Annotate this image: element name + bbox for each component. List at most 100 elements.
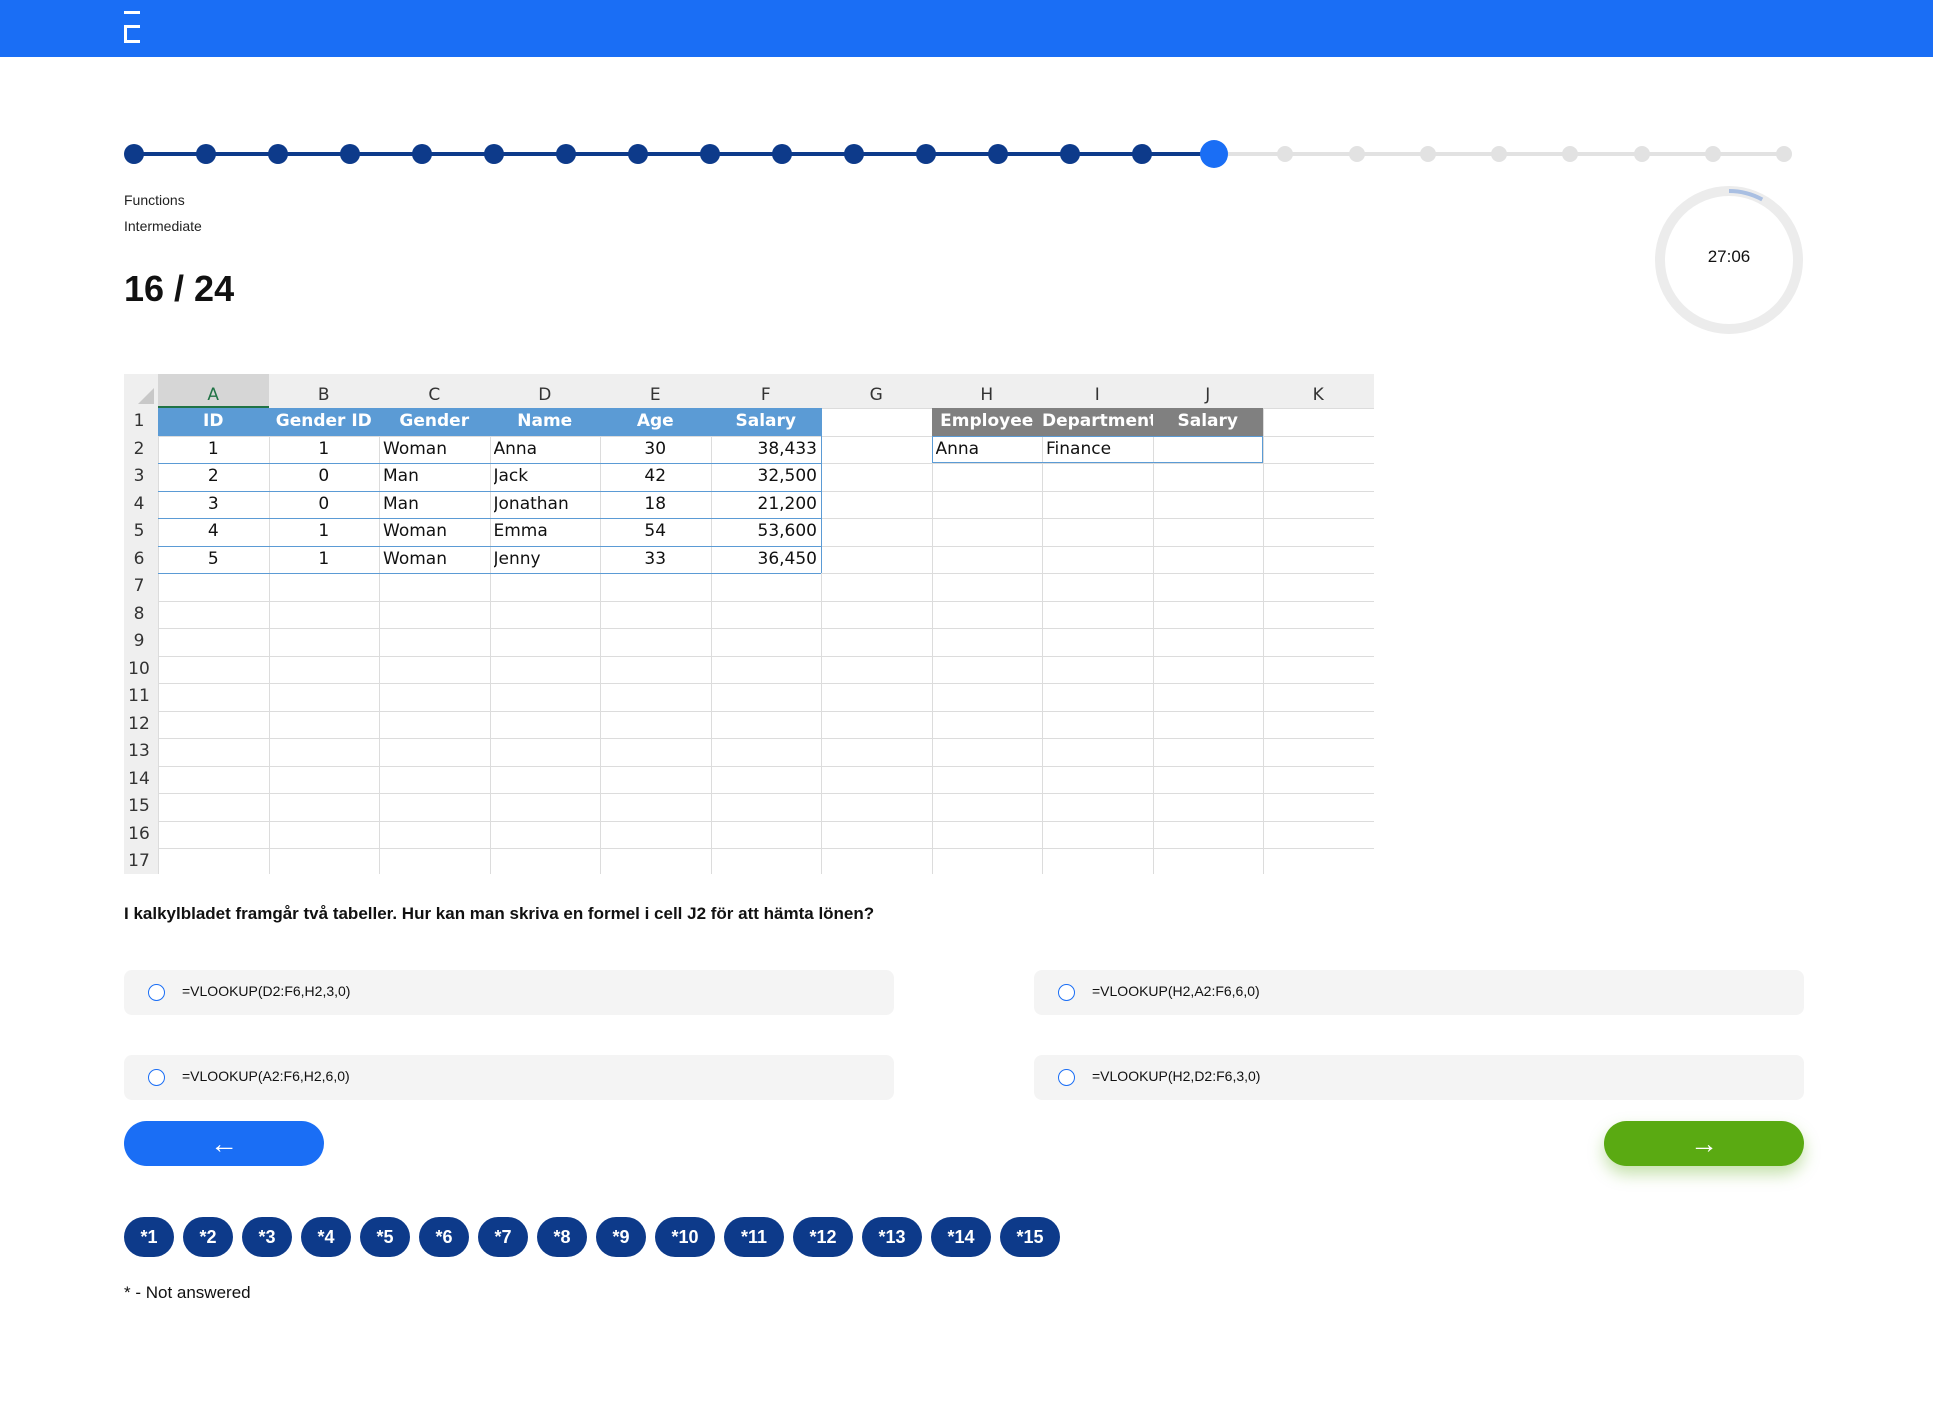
- question-nav-button-10[interactable]: *10: [655, 1217, 715, 1257]
- progress-step-7: [556, 144, 576, 164]
- timer-text: 27:06: [1707, 247, 1751, 266]
- top-bar: [0, 0, 1933, 57]
- countdown-timer: 27:06: [1654, 185, 1804, 335]
- table2-row-border: [931, 435, 1263, 463]
- row-number-1: 1: [133, 411, 145, 431]
- progress-step-13: [988, 144, 1008, 164]
- radio-button[interactable]: [1058, 984, 1075, 1001]
- progress-step-23: [1704, 146, 1721, 162]
- grid-hline: [158, 600, 1374, 602]
- row-number-7: 7: [133, 576, 145, 596]
- quiz-category: Functions: [124, 192, 185, 208]
- back-button[interactable]: ←: [124, 1121, 324, 1166]
- column-letter-A: A: [207, 385, 220, 405]
- grid-vline: [1263, 408, 1264, 874]
- quiz-meta: Functions Intermediate: [124, 187, 202, 239]
- question-nav-button-12[interactable]: *12: [793, 1217, 853, 1257]
- select-all-corner: [138, 388, 154, 404]
- grid-hline: [158, 683, 1374, 684]
- question-text: I kalkylbladet framgår två tabeller. Hur…: [124, 904, 875, 923]
- grid-vline: [1373, 408, 1374, 874]
- table1-cell: 0: [318, 493, 330, 514]
- progress-step-17: [1277, 146, 1294, 162]
- table1-cell: Woman: [383, 521, 447, 541]
- table2-header-cell: Department: [1042, 411, 1153, 431]
- progress-step-4: [340, 144, 360, 164]
- answer-option-4[interactable]: =VLOOKUP(H2,D2:F6,3,0): [1034, 1055, 1804, 1100]
- table1-cell: 1: [318, 521, 330, 541]
- grid-vline: [1042, 408, 1043, 874]
- question-nav-button-9[interactable]: *9: [596, 1217, 646, 1257]
- row-number-10: 10: [128, 658, 150, 679]
- grid-vline: [379, 408, 380, 874]
- table1-right-border: [821, 408, 822, 573]
- table1-cell: Man: [383, 493, 419, 514]
- question-nav-button-6[interactable]: *6: [419, 1217, 469, 1257]
- question-nav-button-13[interactable]: *13: [862, 1217, 922, 1257]
- option-label: =VLOOKUP(D2:F6,H2,3,0): [182, 983, 351, 999]
- arrow-right-icon: →: [1690, 1128, 1718, 1159]
- row-number-2: 2: [133, 438, 145, 459]
- table1-cell: Woman: [383, 548, 447, 569]
- next-button[interactable]: →: [1604, 1121, 1804, 1166]
- column-letter-I: I: [1094, 385, 1100, 405]
- progress-step-12: [916, 144, 936, 164]
- answer-option-1[interactable]: =VLOOKUP(D2:F6,H2,3,0): [124, 970, 894, 1015]
- table1-cell: 0: [318, 466, 330, 486]
- brand-bracket-icon[interactable]: [124, 11, 142, 43]
- grid-vline: [1152, 408, 1154, 874]
- question-nav-button-2[interactable]: *2: [183, 1217, 233, 1257]
- question-nav-button-7[interactable]: *7: [478, 1217, 528, 1257]
- question-nav-button-3[interactable]: *3: [242, 1217, 292, 1257]
- grid-hline: [158, 738, 1374, 739]
- option-label: =VLOOKUP(H2,D2:F6,3,0): [1092, 1068, 1261, 1084]
- grid-hline: [158, 765, 1374, 767]
- table1-cell: 38,433: [757, 438, 817, 459]
- table1-cell: 1: [207, 438, 219, 459]
- table1-cell: 1: [318, 548, 330, 569]
- grid-hline: [158, 655, 1374, 657]
- radio-button[interactable]: [1058, 1069, 1075, 1086]
- table1-cell: 42: [644, 466, 667, 486]
- progress-step-14: [1060, 144, 1080, 164]
- question-nav-button-11[interactable]: *11: [724, 1217, 784, 1257]
- table1-header-cell: Gender ID: [275, 411, 372, 431]
- table1-cell: 33: [644, 548, 667, 569]
- grid-hline: [158, 820, 1374, 822]
- column-letter-E: E: [649, 385, 661, 405]
- progress-step-11: [844, 144, 864, 164]
- table1-cell: 36,450: [757, 548, 817, 569]
- progress-step-9: [700, 144, 720, 164]
- table2-header-cell: Salary: [1177, 411, 1238, 431]
- column-letter-G: G: [869, 385, 883, 405]
- column-letter-D: D: [538, 385, 552, 405]
- answer-option-2[interactable]: =VLOOKUP(H2,A2:F6,6,0): [1034, 970, 1804, 1015]
- question-nav-button-5[interactable]: *5: [360, 1217, 410, 1257]
- progress-step-2: [196, 144, 216, 164]
- table1-cell: 30: [644, 438, 667, 459]
- radio-button[interactable]: [148, 1069, 165, 1086]
- answer-option-3[interactable]: =VLOOKUP(A2:F6,H2,6,0): [124, 1055, 894, 1100]
- column-letter-H: H: [980, 385, 994, 405]
- row-number-14: 14: [128, 768, 150, 789]
- progress-step-16: [1200, 140, 1228, 168]
- progress-step-10: [772, 144, 792, 164]
- question-nav-button-14[interactable]: *14: [931, 1217, 991, 1257]
- question-nav-button-15[interactable]: *15: [1000, 1217, 1060, 1257]
- column-letter-C: C: [428, 385, 441, 405]
- table1-cell: Jonathan: [493, 493, 569, 514]
- question-nav-button-8[interactable]: *8: [537, 1217, 587, 1257]
- spreadsheet-image: A B C D E F G H I J K 1 2 3 4 5 6 7 8 9 10 11 12 13 14 15 16 17 ID Ge…: [124, 374, 1374, 874]
- row-number-12: 12: [128, 713, 150, 734]
- row-number-4: 4: [133, 493, 145, 514]
- grid-vline: [931, 408, 933, 874]
- row-number-3: 3: [133, 466, 145, 486]
- table1-cell: 21,200: [757, 493, 817, 514]
- column-letter-B: B: [317, 385, 330, 405]
- question-progress-track: [124, 140, 1794, 168]
- progress-step-6: [484, 144, 504, 164]
- table1-cell: 3: [207, 493, 219, 514]
- radio-button[interactable]: [148, 984, 165, 1001]
- question-nav-button-4[interactable]: *4: [301, 1217, 351, 1257]
- question-nav-button-1[interactable]: *1: [124, 1217, 174, 1257]
